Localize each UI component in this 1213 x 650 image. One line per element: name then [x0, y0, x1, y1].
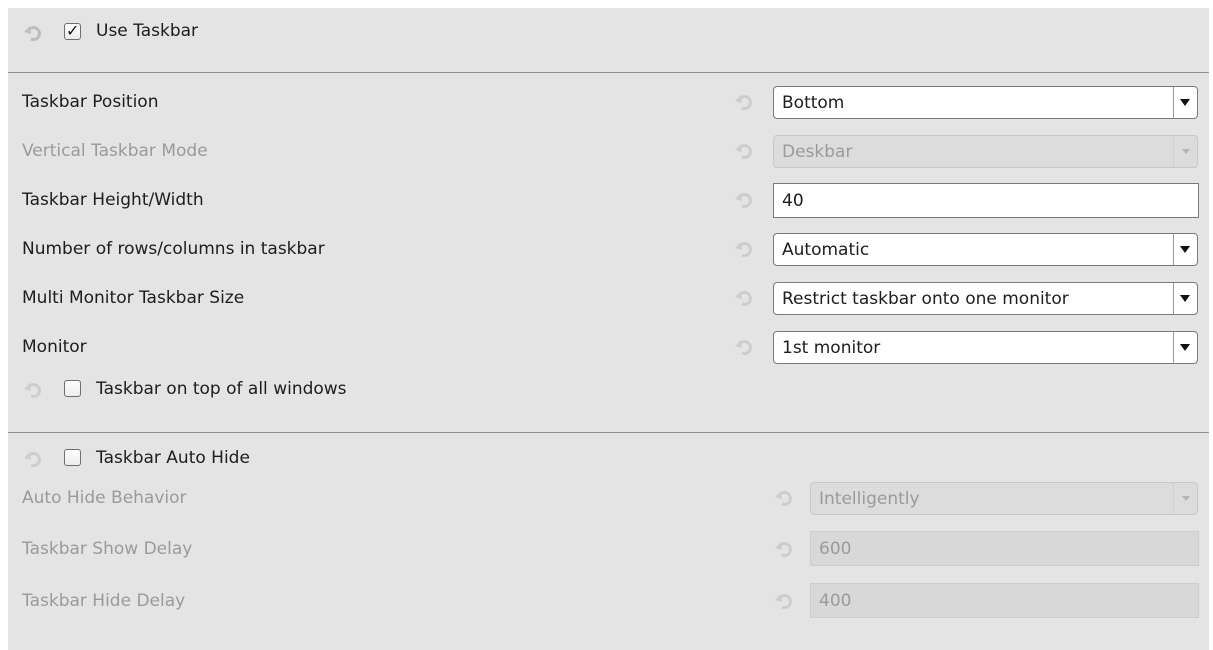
dropdown-arrow-button — [1173, 483, 1197, 514]
dropdown-arrow-button[interactable] — [1173, 283, 1197, 314]
chevron-down-icon — [1182, 149, 1190, 154]
vertical-taskbar-mode-value: Deskbar — [782, 142, 853, 162]
taskbar-position-label: Taskbar Position — [22, 92, 159, 112]
use-taskbar-checkbox[interactable]: ✓ — [64, 21, 81, 40]
show-delay-label: Taskbar Show Delay — [22, 539, 193, 559]
taskbar-position-value: Bottom — [782, 93, 845, 113]
multi-monitor-size-label: Multi Monitor Taskbar Size — [22, 288, 245, 308]
chevron-down-icon — [1180, 246, 1190, 253]
chevron-down-icon — [1180, 99, 1190, 106]
rows-columns-select[interactable]: Automatic — [773, 233, 1198, 266]
monitor-select[interactable]: 1st monitor — [773, 331, 1198, 364]
show-delay-input: 600 — [810, 531, 1199, 566]
vertical-taskbar-mode-select: Deskbar — [773, 135, 1198, 168]
taskbar-height-value: 40 — [782, 191, 804, 211]
dropdown-arrow-button[interactable] — [1173, 87, 1197, 118]
dropdown-arrow-button[interactable] — [1173, 332, 1197, 363]
reset-icon[interactable] — [733, 238, 755, 260]
chevron-down-icon — [1180, 344, 1190, 351]
taskbar-auto-hide-label: Taskbar Auto Hide — [96, 448, 250, 468]
reset-icon[interactable] — [733, 287, 755, 309]
auto-hide-behavior-label: Auto Hide Behavior — [22, 488, 187, 508]
checkmark-icon: ✓ — [66, 21, 80, 40]
rows-columns-value: Automatic — [782, 240, 870, 260]
reset-icon[interactable] — [22, 379, 44, 401]
taskbar-on-top-label: Taskbar on top of all windows — [96, 379, 347, 399]
taskbar-on-top-checkbox[interactable] — [64, 380, 81, 397]
show-delay-value: 600 — [819, 539, 852, 559]
taskbar-height-label: Taskbar Height/Width — [22, 190, 204, 210]
dropdown-arrow-button — [1173, 136, 1197, 167]
vertical-taskbar-mode-label: Vertical Taskbar Mode — [22, 141, 208, 161]
reset-icon — [773, 487, 795, 509]
chevron-down-icon — [1180, 295, 1190, 302]
rows-columns-label: Number of rows/columns in taskbar — [22, 239, 325, 259]
reset-icon[interactable] — [733, 189, 755, 211]
reset-icon — [773, 538, 795, 560]
reset-icon[interactable] — [733, 91, 755, 113]
separator — [8, 72, 1209, 73]
multi-monitor-size-select[interactable]: Restrict taskbar onto one monitor — [773, 282, 1198, 315]
monitor-label: Monitor — [22, 337, 87, 357]
reset-icon[interactable] — [22, 22, 44, 44]
use-taskbar-label: Use Taskbar — [96, 21, 199, 41]
hide-delay-label: Taskbar Hide Delay — [22, 591, 186, 611]
auto-hide-behavior-value: Intelligently — [819, 489, 920, 509]
chevron-down-icon — [1182, 496, 1190, 501]
reset-icon[interactable] — [733, 336, 755, 358]
hide-delay-input: 400 — [810, 583, 1199, 618]
separator — [8, 432, 1209, 433]
taskbar-height-input[interactable]: 40 — [773, 183, 1199, 218]
multi-monitor-size-value: Restrict taskbar onto one monitor — [782, 289, 1069, 309]
hide-delay-value: 400 — [819, 591, 852, 611]
reset-icon[interactable] — [22, 448, 44, 470]
taskbar-position-select[interactable]: Bottom — [773, 86, 1198, 119]
dropdown-arrow-button[interactable] — [1173, 234, 1197, 265]
reset-icon — [733, 140, 755, 162]
reset-icon — [773, 590, 795, 612]
auto-hide-behavior-select: Intelligently — [810, 482, 1198, 515]
taskbar-auto-hide-checkbox[interactable] — [64, 449, 81, 466]
monitor-value: 1st monitor — [782, 338, 881, 358]
